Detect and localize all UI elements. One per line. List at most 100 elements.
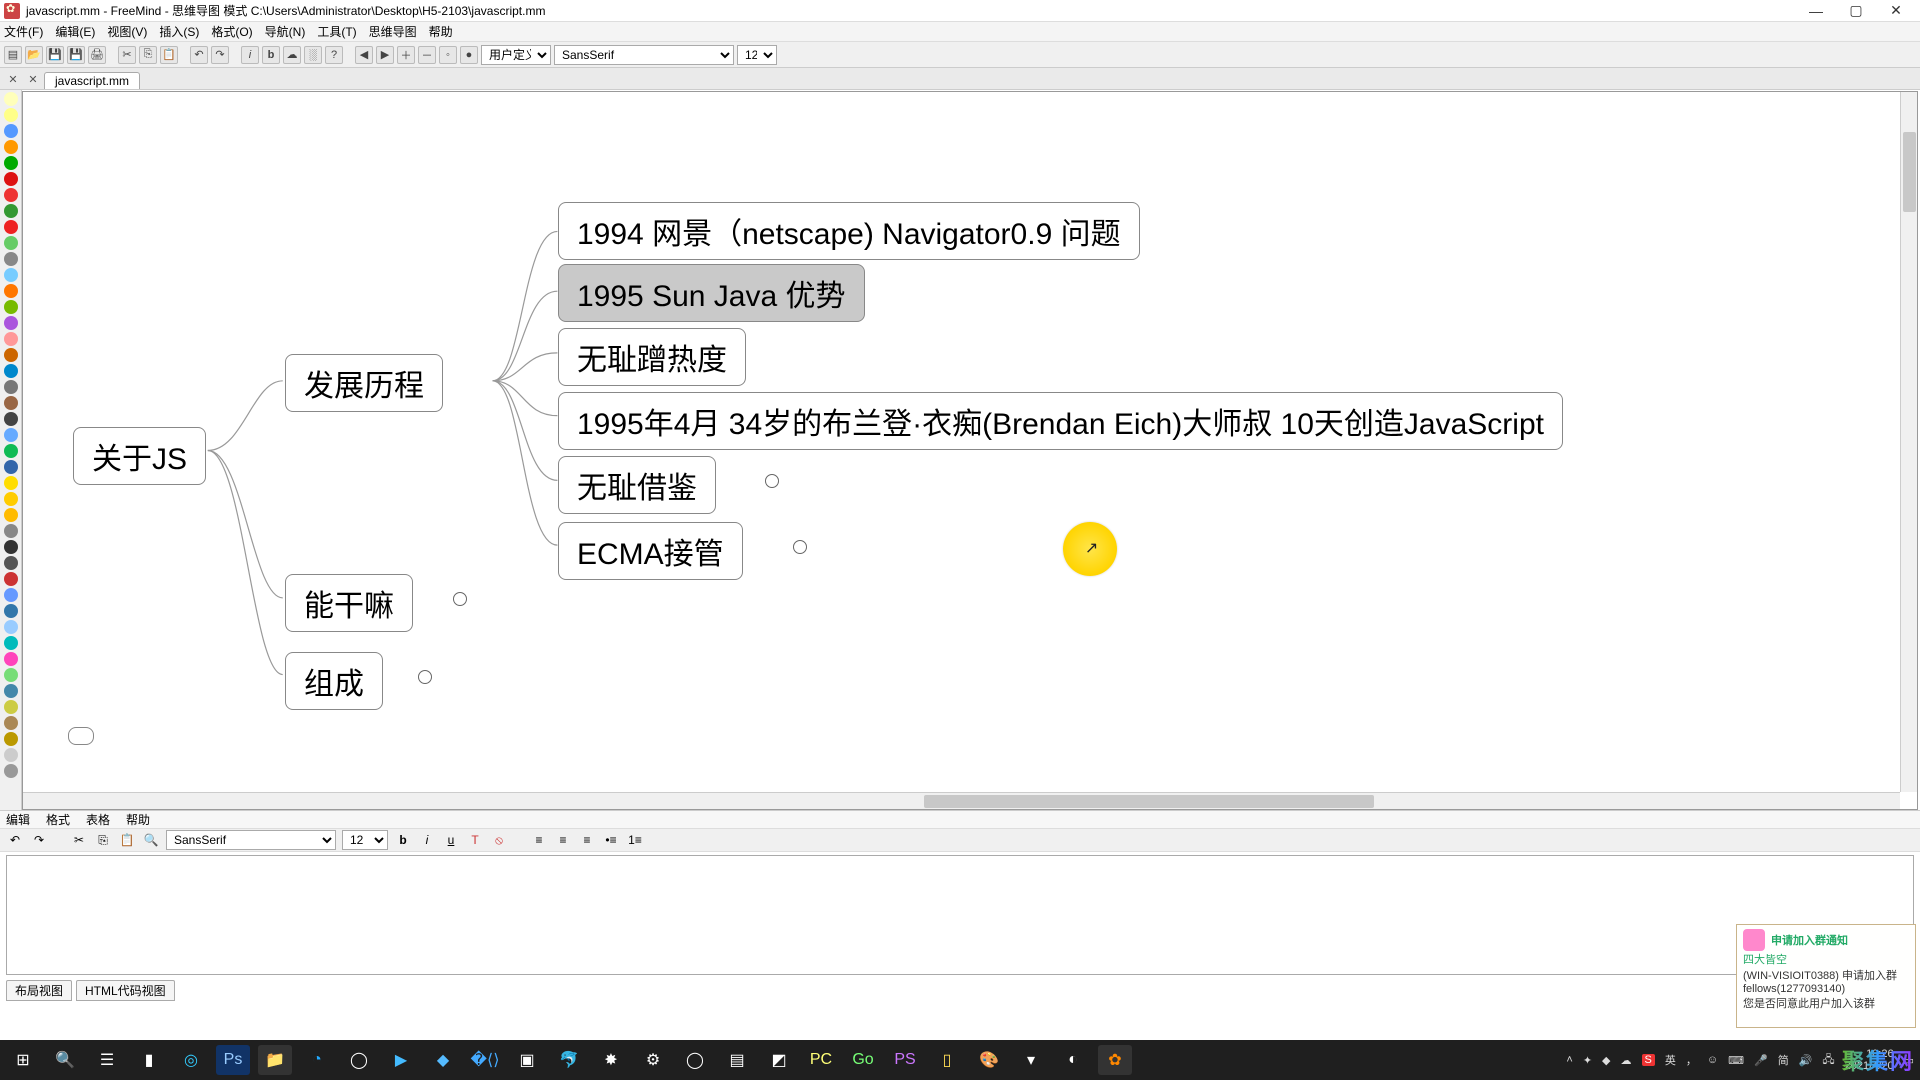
palette-icon[interactable] — [4, 476, 18, 490]
note-undo-icon[interactable]: ↶ — [6, 831, 24, 849]
collapse-handle-icon[interactable] — [418, 670, 432, 684]
palette-icon[interactable] — [4, 636, 18, 650]
note-menu-edit[interactable]: 编辑 — [6, 811, 30, 828]
palette-icon[interactable] — [4, 540, 18, 554]
note-menu-help[interactable]: 帮助 — [126, 811, 150, 828]
zoom-out-icon[interactable]: － — [418, 46, 436, 64]
save-icon[interactable]: 💾 — [46, 46, 64, 64]
minimize-button[interactable]: — — [1796, 3, 1836, 19]
note-textarea[interactable] — [6, 855, 1914, 975]
nav-back-icon[interactable]: ◀ — [355, 46, 373, 64]
view-tab-layout[interactable]: 布局视图 — [6, 980, 72, 1001]
collapse-handle-icon[interactable] — [765, 474, 779, 488]
palette-icon[interactable] — [4, 92, 18, 106]
palette-icon[interactable] — [4, 284, 18, 298]
collapse-handle-icon[interactable] — [793, 540, 807, 554]
tray-icon[interactable]: ☁ — [1621, 1054, 1632, 1067]
note-size-select[interactable]: 12 — [342, 830, 388, 850]
tab-close-icon[interactable]: ✕ — [24, 73, 42, 89]
app-icon[interactable]: ◩ — [762, 1045, 796, 1075]
app-icon[interactable]: 🐬 — [552, 1045, 586, 1075]
app-icon[interactable]: ◐ — [1056, 1045, 1090, 1075]
app-icon[interactable]: ▤ — [720, 1045, 754, 1075]
vscode-icon[interactable]: �⟨⟩ — [468, 1045, 502, 1075]
settings-icon[interactable]: ⚙ — [636, 1045, 670, 1075]
mindmap-node-history[interactable]: 发展历程 — [285, 354, 443, 412]
zoom-in-icon[interactable]: ＋ — [397, 46, 415, 64]
note-color-icon[interactable]: T — [466, 831, 484, 849]
palette-icon[interactable] — [4, 156, 18, 170]
tray-chevron-icon[interactable]: ˄ — [1566, 1054, 1572, 1066]
app-icon[interactable]: ◎ — [174, 1045, 208, 1075]
palette-icon[interactable] — [4, 444, 18, 458]
menu-edit[interactable]: 编辑(E) — [55, 23, 95, 40]
note-cut-icon[interactable]: ✂ — [70, 831, 88, 849]
document-tab[interactable]: javascript.mm — [44, 72, 140, 89]
taskview-icon[interactable]: ☰ — [90, 1045, 124, 1075]
paste-icon[interactable]: 📋 — [160, 46, 178, 64]
palette-icon[interactable] — [4, 188, 18, 202]
cloud-icon[interactable]: ☁ — [283, 46, 301, 64]
app-icon[interactable]: ▣ — [510, 1045, 544, 1075]
copy-icon[interactable]: ⎘ — [139, 46, 157, 64]
tray-volume-icon[interactable]: 🔊 — [1799, 1054, 1813, 1067]
notifications-icon[interactable]: ▭ — [1904, 1054, 1914, 1067]
palette-icon[interactable] — [4, 396, 18, 410]
note-redo-icon[interactable]: ↷ — [30, 831, 48, 849]
mindmap-node-compose[interactable]: 组成 — [285, 652, 383, 710]
search-icon[interactable]: 🔍 — [48, 1045, 82, 1075]
font-select[interactable]: SansSerif — [554, 45, 734, 65]
app-icon[interactable]: 🎨 — [972, 1045, 1006, 1075]
nav-fwd-icon[interactable]: ▶ — [376, 46, 394, 64]
note-bold-icon[interactable]: b — [394, 831, 412, 849]
mindmap-node[interactable]: ECMA接管 — [558, 522, 743, 580]
palette-icon[interactable] — [4, 332, 18, 346]
palette-icon[interactable] — [4, 236, 18, 250]
note-menu-format[interactable]: 格式 — [46, 811, 70, 828]
phpstorm-icon[interactable]: PS — [888, 1045, 922, 1075]
palette-icon[interactable] — [4, 172, 18, 186]
mindmap-node[interactable]: 1994 网景（netscape) Navigator0.9 问题 — [558, 202, 1140, 260]
menu-mindmap[interactable]: 思维导图 — [369, 23, 417, 40]
ime-keyboard-icon[interactable]: ⌨ — [1728, 1054, 1744, 1067]
redo-icon[interactable]: ↷ — [211, 46, 229, 64]
terminal-icon[interactable]: ▮ — [132, 1045, 166, 1075]
mindmap-node-can[interactable]: 能干嘛 — [285, 574, 413, 632]
menu-nav[interactable]: 导航(N) — [265, 23, 306, 40]
app-icon[interactable]: ◯ — [678, 1045, 712, 1075]
menu-help[interactable]: 帮助 — [429, 23, 453, 40]
note-align-center-icon[interactable]: ≡ — [554, 831, 572, 849]
ime-emoji-icon[interactable]: ☺ — [1707, 1054, 1718, 1066]
palette-icon[interactable] — [4, 300, 18, 314]
collapse-handle-icon[interactable] — [453, 592, 467, 606]
note-copy-icon[interactable]: ⎘ — [94, 831, 112, 849]
color-icon[interactable]: ░ — [304, 46, 322, 64]
italic-icon[interactable]: i — [241, 46, 259, 64]
note-align-left-icon[interactable]: ≡ — [530, 831, 548, 849]
mindmap-node[interactable]: 1995年4月 34岁的布兰登·衣痴(Brendan Eich)大师叔 10天创… — [558, 392, 1563, 450]
note-menu-table[interactable]: 表格 — [86, 811, 110, 828]
palette-icon[interactable] — [4, 588, 18, 602]
menu-format[interactable]: 格式(O) — [211, 23, 252, 40]
note-font-select[interactable]: SansSerif — [166, 830, 336, 850]
ime-badge[interactable]: S — [1642, 1054, 1655, 1066]
open-file-icon[interactable]: 📂 — [25, 46, 43, 64]
vertical-scrollbar[interactable] — [1900, 92, 1917, 792]
palette-icon[interactable] — [4, 684, 18, 698]
palette-icon[interactable] — [4, 124, 18, 138]
menu-view[interactable]: 视图(V) — [107, 23, 147, 40]
note-list-bullet-icon[interactable]: •≡ — [602, 831, 620, 849]
bold-icon[interactable]: b — [262, 46, 280, 64]
view-tab-html[interactable]: HTML代码视图 — [76, 980, 175, 1001]
mindmap-node[interactable]: 无耻借鉴 — [558, 456, 716, 514]
palette-icon[interactable] — [4, 428, 18, 442]
app-icon[interactable]: ▯ — [930, 1045, 964, 1075]
edge-icon[interactable]: ◔ — [300, 1045, 334, 1075]
notification-popup[interactable]: 申请加入群通知 四大皆空 (WIN-VISIOIT0388) 申请加入群 fel… — [1736, 924, 1916, 1028]
ime-simp[interactable]: 简 — [1778, 1052, 1789, 1068]
mindmap-canvas[interactable]: 关于JS 发展历程 1994 网景（netscape) Navigator0.9… — [22, 91, 1918, 810]
palette-icon[interactable] — [4, 700, 18, 714]
menu-file[interactable]: 文件(F) — [4, 23, 43, 40]
note-clear-icon[interactable]: ⦸ — [490, 831, 508, 849]
collapse-icon[interactable]: ◦ — [439, 46, 457, 64]
